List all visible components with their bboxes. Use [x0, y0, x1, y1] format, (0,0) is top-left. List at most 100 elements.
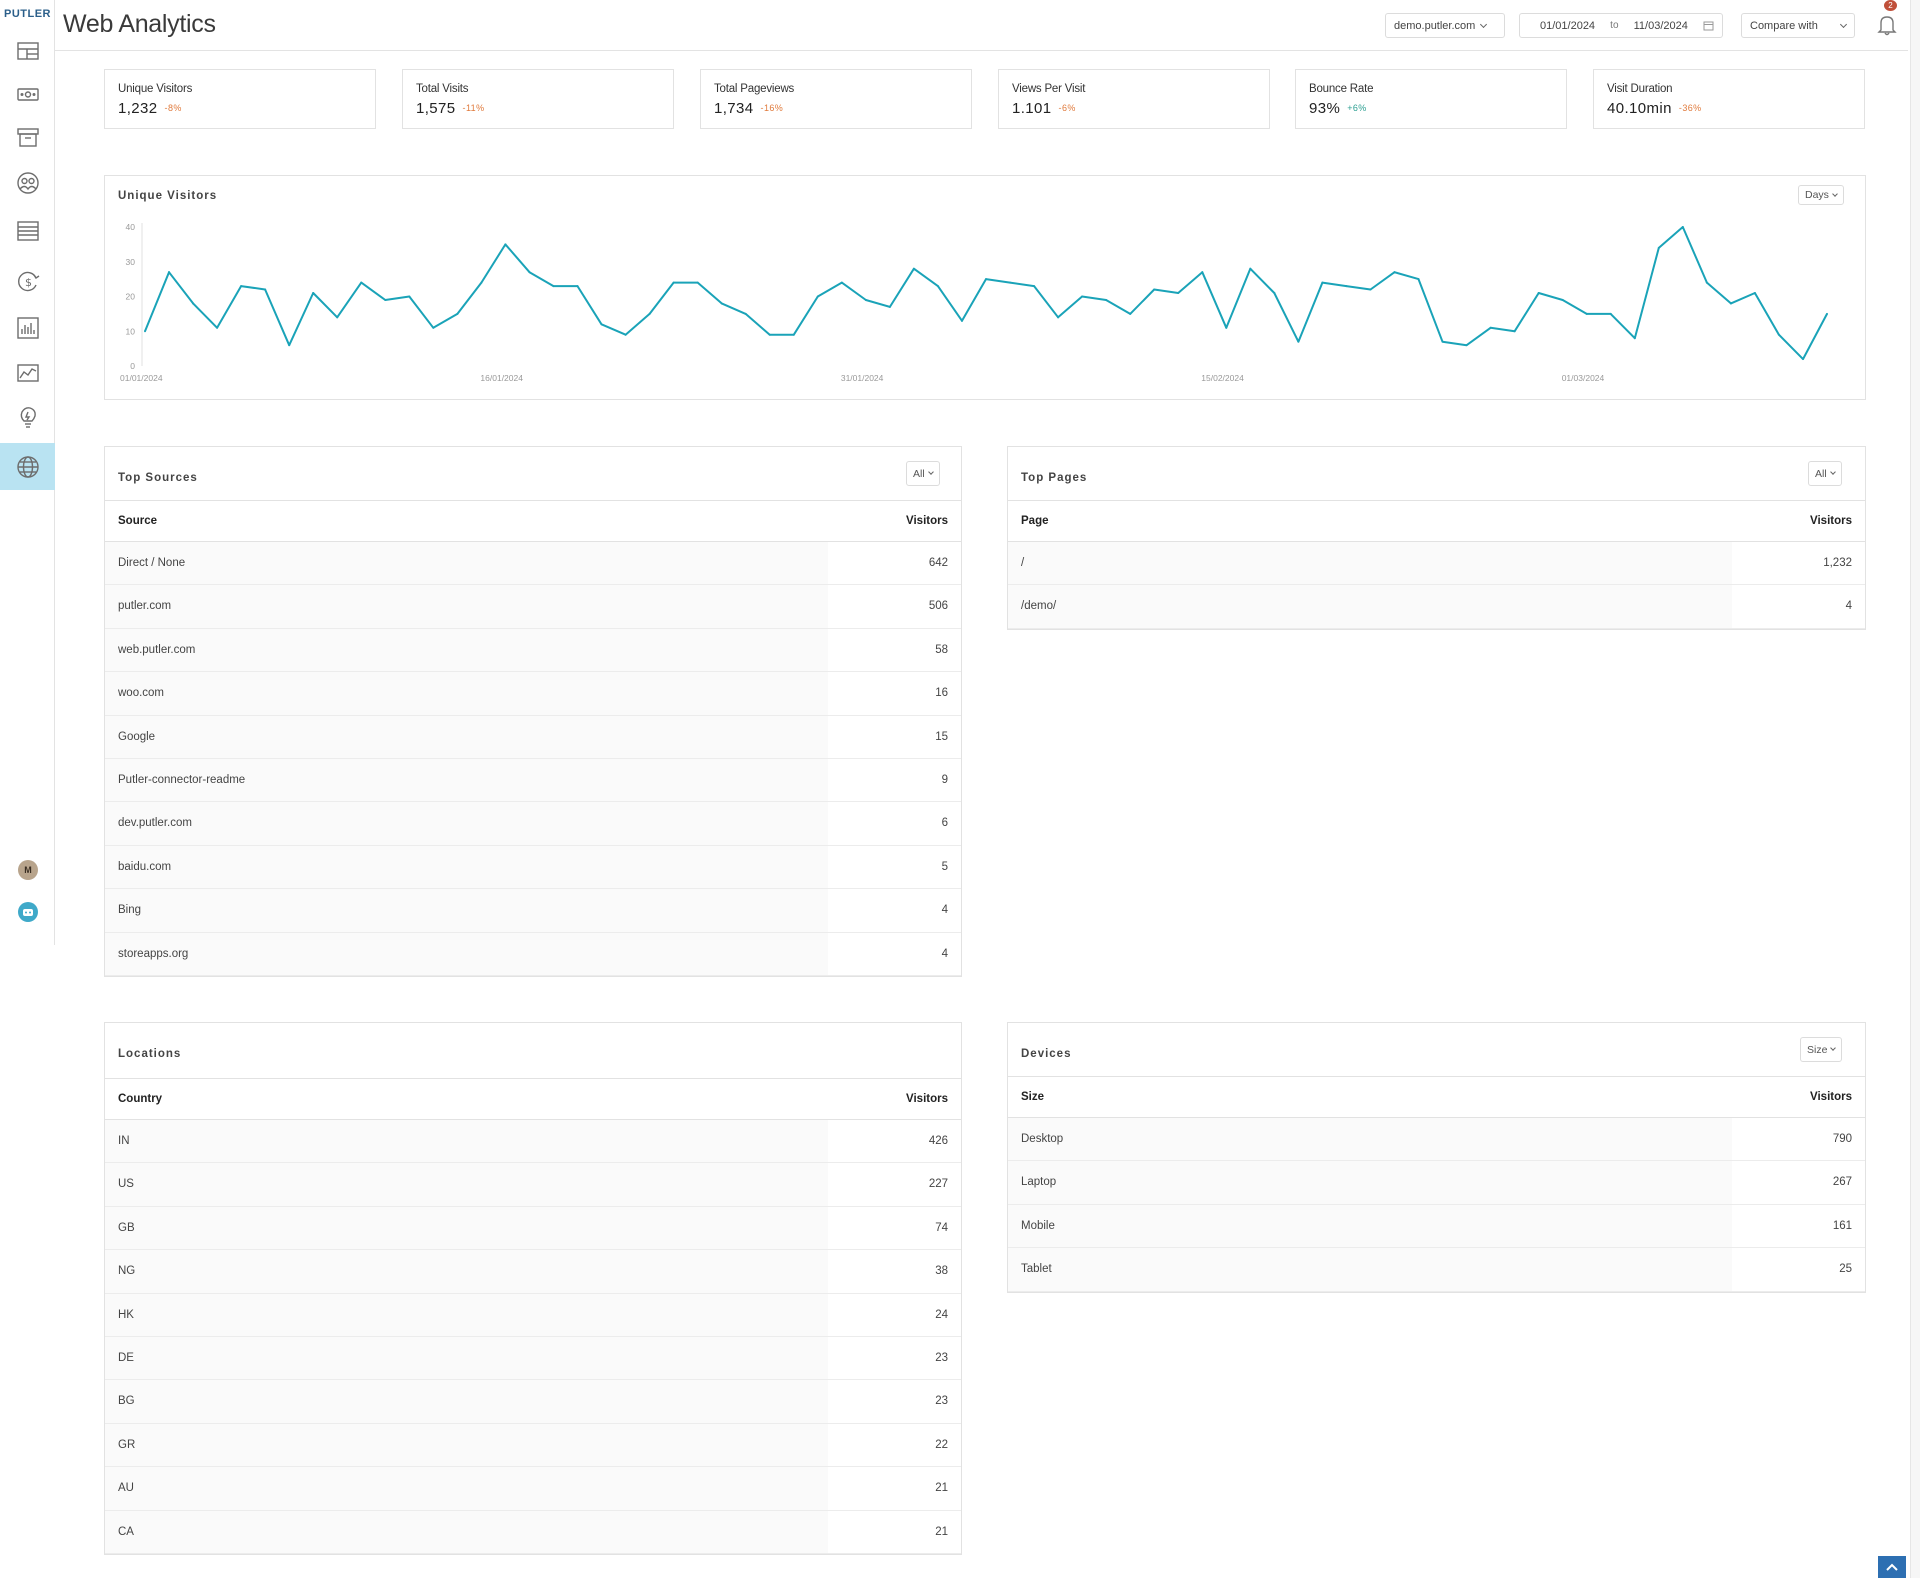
user-avatar[interactable]: M [18, 860, 38, 880]
table-row[interactable]: IN 426 [105, 1120, 961, 1164]
data-point[interactable] [624, 333, 627, 336]
col-source[interactable]: Source [118, 515, 157, 527]
data-point[interactable] [1321, 281, 1324, 284]
data-point[interactable] [192, 302, 195, 305]
table-row[interactable]: HK 24 [105, 1293, 961, 1337]
data-point[interactable] [1465, 344, 1468, 347]
kpi-views-per-visit[interactable]: Views Per Visit 1.101 -6% [998, 69, 1270, 129]
col-page[interactable]: Page [1021, 515, 1049, 527]
data-point[interactable] [384, 298, 387, 301]
data-point[interactable] [312, 292, 315, 295]
data-point[interactable] [1441, 340, 1444, 343]
data-point[interactable] [1369, 288, 1372, 291]
table-row[interactable]: Direct / None 642 [105, 542, 961, 586]
data-point[interactable] [336, 316, 339, 319]
data-point[interactable] [1393, 271, 1396, 274]
data-point[interactable] [1297, 340, 1300, 343]
data-point[interactable] [1729, 302, 1732, 305]
table-row[interactable]: CA 21 [105, 1510, 961, 1554]
data-point[interactable] [1153, 288, 1156, 291]
table-row[interactable]: GB 74 [105, 1206, 961, 1251]
data-point[interactable] [1585, 312, 1588, 315]
col-country[interactable]: Country [118, 1093, 162, 1105]
data-point[interactable] [240, 285, 243, 288]
table-row[interactable]: DE 23 [105, 1336, 961, 1381]
data-point[interactable] [288, 344, 291, 347]
calendar-icon[interactable] [1703, 20, 1714, 31]
data-point[interactable] [600, 323, 603, 326]
data-point[interactable] [360, 281, 363, 284]
data-point[interactable] [504, 243, 507, 246]
data-point[interactable] [1009, 281, 1012, 284]
table-row[interactable]: Laptop 267 [1008, 1161, 1865, 1205]
data-point[interactable] [456, 312, 459, 315]
data-point[interactable] [1705, 281, 1708, 284]
table-row[interactable]: Mobile 161 [1008, 1204, 1865, 1249]
data-point[interactable] [936, 285, 939, 288]
data-point[interactable] [888, 305, 891, 308]
data-point[interactable] [1609, 312, 1612, 315]
nav-customers[interactable] [0, 160, 55, 206]
nav-transactions[interactable] [0, 208, 55, 254]
data-point[interactable] [1057, 316, 1060, 319]
nav-audience[interactable] [0, 305, 55, 351]
data-point[interactable] [1249, 267, 1252, 270]
nav-dashboard[interactable] [0, 28, 55, 74]
nav-insights[interactable] [0, 394, 55, 440]
data-point[interactable] [1826, 312, 1828, 315]
support-bot-icon[interactable] [18, 902, 38, 922]
data-point[interactable] [1201, 271, 1204, 274]
nav-sales[interactable] [0, 71, 55, 117]
app-logo[interactable]: PUTLER [0, 8, 55, 20]
page-scrollbar[interactable] [1910, 0, 1920, 1578]
data-point[interactable] [1777, 333, 1780, 336]
table-row[interactable]: woo.com 16 [105, 672, 961, 716]
data-point[interactable] [528, 271, 531, 274]
devices-filter[interactable]: Size [1800, 1037, 1843, 1062]
table-row[interactable]: Putler-connector-readme 9 [105, 758, 961, 803]
data-point[interactable] [1753, 292, 1756, 295]
col-visitors[interactable]: Visitors [1810, 515, 1852, 527]
line-chart[interactable]: 0 10 20 30 40 01/01/2024 16/01/2024 31/01/2024 1… [105, 176, 1865, 399]
col-visitors[interactable]: Visitors [906, 515, 948, 527]
data-point[interactable] [1489, 326, 1492, 329]
data-point[interactable] [648, 312, 651, 315]
data-point[interactable] [1273, 292, 1276, 295]
table-row[interactable]: /demo/4 [1008, 585, 1865, 629]
table-row[interactable]: US 227 [105, 1163, 961, 1207]
table-row[interactable]: baidu.com 5 [105, 845, 961, 890]
data-point[interactable] [792, 333, 795, 336]
table-row[interactable]: Desktop 790 [1008, 1118, 1865, 1162]
data-point[interactable] [168, 271, 171, 274]
data-point[interactable] [1081, 295, 1084, 298]
col-visitors[interactable]: Visitors [906, 1093, 948, 1105]
table-row[interactable]: dev.putler.com 6 [105, 802, 961, 846]
kpi-total-pageviews[interactable]: Total Pageviews 1,734 -16% [700, 69, 972, 129]
data-point[interactable] [768, 333, 771, 336]
nav-subscriptions[interactable]: $ [0, 258, 55, 304]
nav-products[interactable] [0, 114, 55, 160]
data-point[interactable] [480, 281, 483, 284]
top-sources-filter[interactable]: All [906, 461, 940, 486]
data-point[interactable] [552, 285, 555, 288]
data-point[interactable] [264, 288, 267, 291]
table-row[interactable]: Bing 4 [105, 889, 961, 933]
date-range-picker[interactable]: 01/01/2024 to 11/03/2024 [1519, 13, 1723, 38]
data-point[interactable] [672, 281, 675, 284]
table-row[interactable]: Tablet 25 [1008, 1248, 1865, 1292]
data-point[interactable] [432, 326, 435, 329]
table-row[interactable]: BG 23 [105, 1380, 961, 1424]
table-row[interactable]: storeapps.org 4 [105, 932, 961, 976]
data-point[interactable] [1537, 292, 1540, 295]
notification-bell-icon[interactable] [1877, 14, 1897, 36]
data-point[interactable] [696, 281, 699, 284]
data-point[interactable] [1561, 298, 1564, 301]
scroll-to-top-button[interactable] [1878, 1556, 1906, 1578]
kpi-total-visits[interactable]: Total Visits 1,575 -11% [402, 69, 674, 129]
data-point[interactable] [216, 326, 219, 329]
date-from[interactable]: 01/01/2024 [1540, 20, 1595, 32]
data-point[interactable] [144, 330, 146, 333]
data-point[interactable] [840, 281, 843, 284]
table-row[interactable]: putler.com 506 [105, 585, 961, 629]
data-point[interactable] [408, 295, 411, 298]
